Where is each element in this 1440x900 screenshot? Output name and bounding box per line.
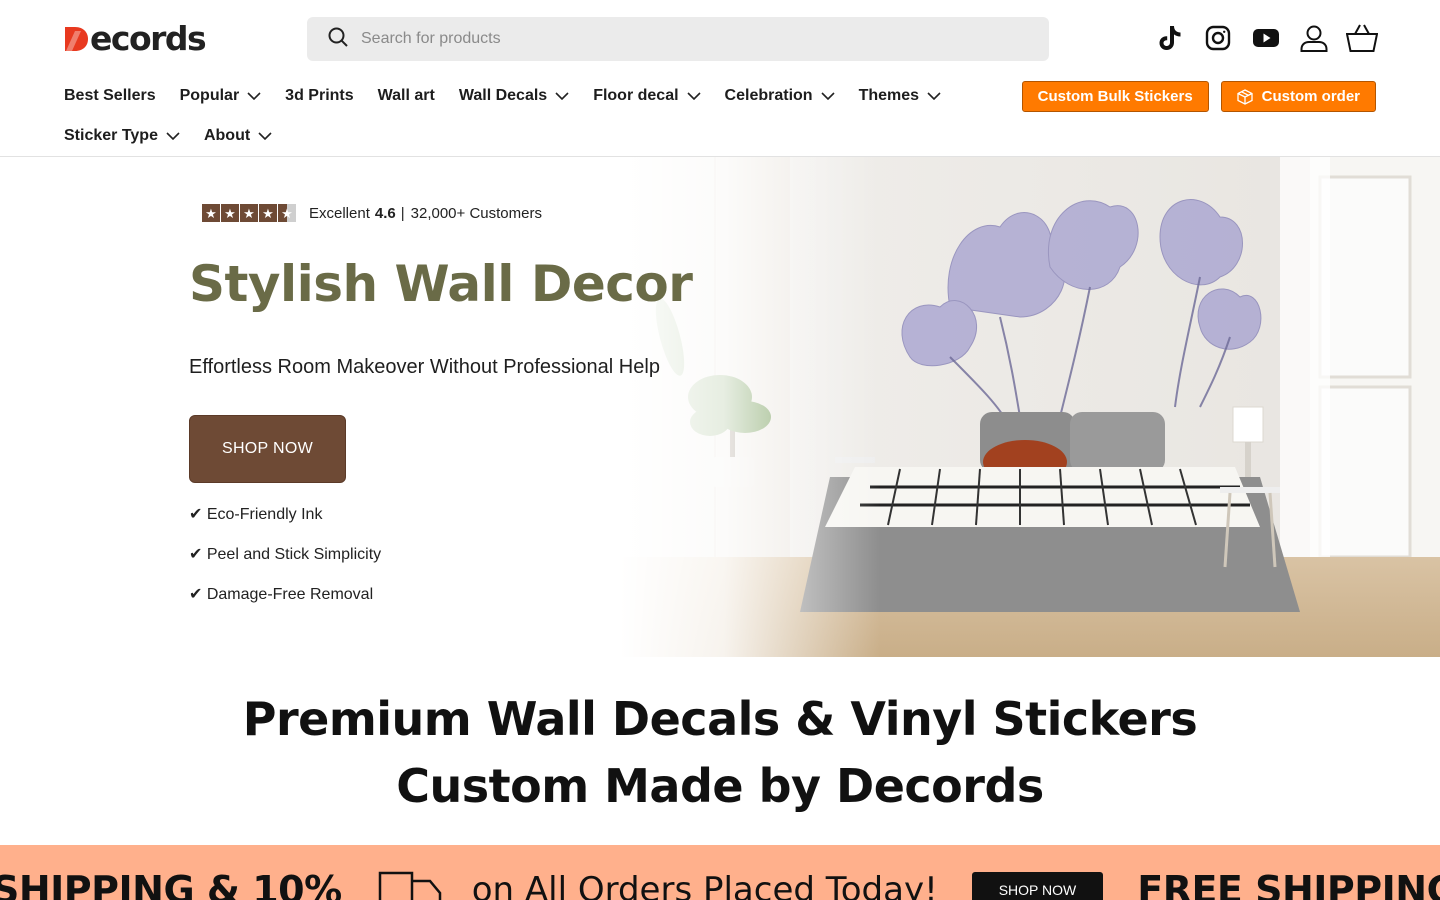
chevron-down-icon [686, 92, 701, 100]
nav-item-label: Themes [858, 87, 920, 104]
hero-title: Stylish Wall Decor [189, 255, 693, 313]
marquee-shop-now-button[interactable]: SHOP NOW [971, 871, 1104, 900]
star-icon: ★ [240, 204, 258, 222]
custom-bulk-stickers-button[interactable]: Custom Bulk Stickers [1021, 81, 1209, 112]
nav-item-popular[interactable]: Popular [180, 87, 262, 105]
shop-now-button[interactable]: SHOP NOW [189, 415, 346, 483]
hero-subtitle: Effortless Room Makeover Without Profess… [189, 356, 660, 378]
hero-image-fade [620, 157, 880, 657]
box-icon [1237, 88, 1253, 105]
site-header: ecords Search for products Best Sellers … [0, 0, 1440, 157]
search-bar[interactable] [307, 17, 1049, 61]
nav-item-label: Celebration [724, 87, 813, 104]
rating-separator: | [400, 204, 405, 222]
main-nav: Best Sellers Popular 3d Prints Wall art … [64, 78, 984, 158]
nav-item-label: Sticker Type [64, 127, 158, 144]
marquee-text-mid: on All Orders Placed Today! [471, 869, 938, 900]
cta-buttons: Custom Bulk Stickers Custom order [1010, 81, 1376, 112]
tiktok-icon[interactable] [1150, 18, 1190, 58]
header-icons [1142, 18, 1382, 58]
star-half-icon: ★ [278, 204, 296, 222]
nav-row-2: Sticker Type About [64, 118, 984, 154]
star-icon: ★ [221, 204, 239, 222]
section-headline: Premium Wall Decals & Vinyl Stickers Cus… [0, 686, 1440, 820]
rating-score: 4.6 [374, 204, 396, 222]
nav-item-label: Floor decal [593, 87, 679, 104]
bedroom-hero-image [620, 157, 1440, 657]
nav-item-best-sellers[interactable]: Best Sellers [64, 87, 156, 105]
search-icon[interactable] [327, 26, 349, 53]
rating-summary: ★ ★ ★ ★ ★ Excellent 4.6 | 32,000+ Custom… [202, 204, 542, 222]
hero-banner: ★ ★ ★ ★ ★ Excellent 4.6 | 32,000+ Custom… [0, 157, 1440, 657]
promo-marquee: SHIPPING & 10% on All Orders Placed Toda… [0, 845, 1440, 900]
chevron-down-icon [247, 92, 261, 100]
cart-icon[interactable] [1342, 18, 1382, 58]
rating-word: Excellent [309, 204, 370, 222]
truck-icon [378, 867, 442, 900]
chevron-down-icon [927, 92, 941, 100]
feature-list: ✔ Eco-Friendly Ink ✔ Peel and Stick Simp… [189, 502, 381, 622]
rating-customers: 32,000+ Customers [410, 204, 542, 222]
account-icon[interactable] [1294, 18, 1334, 58]
rating-stars: ★ ★ ★ ★ ★ [202, 204, 297, 222]
instagram-icon[interactable] [1198, 18, 1238, 58]
chevron-down-icon [166, 132, 180, 140]
cta-label: Custom order [1261, 88, 1360, 105]
headline-line-2: Custom Made by Decords [396, 759, 1044, 813]
feature-item: ✔ Peel and Stick Simplicity [189, 546, 382, 563]
marquee-text-right: FREE SHIPPING [1137, 867, 1440, 900]
nav-item-celebration[interactable]: Celebration [725, 87, 835, 105]
nav-item-floor-decal[interactable]: Floor decal [593, 87, 701, 105]
nav-item-label: 3d Prints [285, 87, 354, 104]
headline-line-1: Premium Wall Decals & Vinyl Stickers [242, 692, 1198, 746]
star-icon: ★ [202, 204, 220, 222]
nav-item-sticker-type[interactable]: Sticker Type [64, 127, 180, 145]
nav-item-wall-art[interactable]: Wall art [378, 87, 435, 105]
nav-row-1: Best Sellers Popular 3d Prints Wall art … [64, 78, 984, 114]
marquee-track: SHIPPING & 10% on All Orders Placed Toda… [0, 867, 1440, 900]
star-icon: ★ [259, 204, 277, 222]
nav-item-wall-decals[interactable]: Wall Decals [459, 87, 569, 105]
logo-mark-icon [63, 25, 89, 53]
youtube-icon[interactable] [1246, 18, 1286, 58]
chevron-down-icon [820, 92, 835, 100]
chevron-down-icon [555, 92, 569, 100]
nav-item-themes[interactable]: Themes [859, 87, 941, 105]
chevron-down-icon [258, 132, 272, 140]
nav-item-label: Popular [179, 87, 240, 104]
nav-item-label: Wall art [377, 87, 435, 104]
nav-item-about[interactable]: About [204, 127, 272, 145]
custom-order-button[interactable]: Custom order [1220, 81, 1376, 112]
nav-item-label: About [203, 127, 251, 144]
nav-item-label: Wall Decals [458, 87, 548, 104]
decords-logo[interactable]: ecords [63, 19, 207, 58]
marquee-text-left: SHIPPING & 10% [0, 867, 342, 900]
feature-item: ✔ Damage-Free Removal [189, 586, 374, 603]
nav-item-label: Best Sellers [64, 87, 156, 104]
feature-item: ✔ Eco-Friendly Ink [189, 506, 323, 523]
logo-text: ecords [90, 19, 207, 58]
search-input[interactable] [361, 30, 1001, 48]
cta-label: Custom Bulk Stickers [1037, 88, 1193, 105]
nav-item-3d-prints[interactable]: 3d Prints [285, 87, 353, 105]
